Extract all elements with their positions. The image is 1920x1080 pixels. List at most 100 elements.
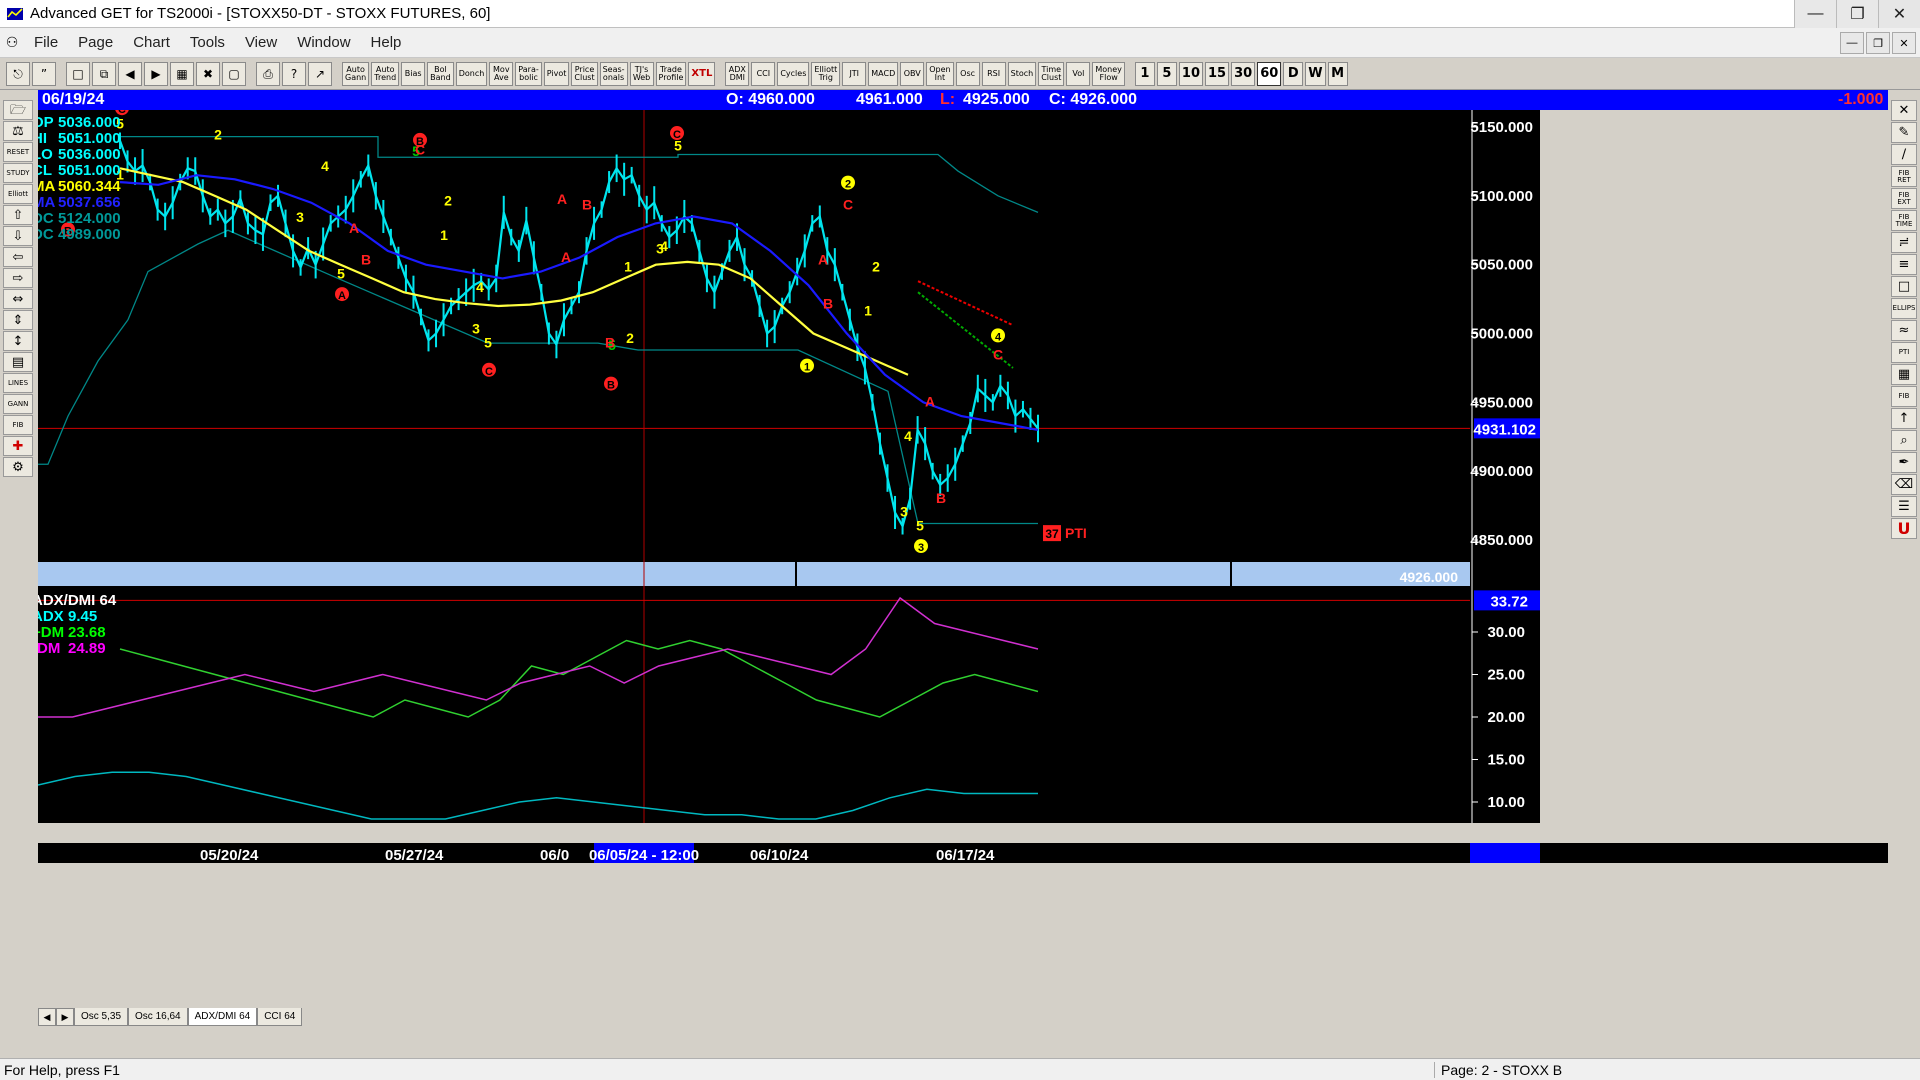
interval-w-button[interactable]: W xyxy=(1305,61,1326,86)
indicator-macd-button[interactable]: MACD xyxy=(868,61,899,86)
scales-icon[interactable]: ⚖ xyxy=(3,121,33,141)
elliott-button[interactable]: Elliott xyxy=(3,184,33,204)
pointer-icon[interactable]: ⎋ xyxy=(6,61,30,86)
mdi-minimize-button[interactable]: — xyxy=(1840,32,1864,54)
layers-icon[interactable]: ☰ xyxy=(1891,496,1917,517)
indicator-adx-dmi-button[interactable]: ADX DMI xyxy=(725,61,750,86)
compress-icon[interactable]: ⇔ xyxy=(3,289,33,309)
up-arrow-icon[interactable]: ↑ xyxy=(1891,408,1917,429)
menu-page[interactable]: Page xyxy=(68,34,123,51)
expand-icon[interactable]: ⇕ xyxy=(3,310,33,330)
indicator-money-flow-button[interactable]: Money Flow xyxy=(1092,61,1125,86)
indicator-time-clust-button[interactable]: Time Clust xyxy=(1038,61,1065,86)
print-icon[interactable]: ⎙ xyxy=(256,61,280,86)
minimize-button[interactable]: — xyxy=(1794,0,1836,28)
indicator-jti-button[interactable]: JTI xyxy=(842,61,867,86)
study-seas-onals-button[interactable]: Seas- onals xyxy=(599,61,628,86)
study-bias-button[interactable]: Bias xyxy=(401,61,426,86)
new-page-icon[interactable]: □ xyxy=(66,61,90,86)
indicator-cci-button[interactable]: CCI xyxy=(751,61,776,86)
tab-next-icon[interactable]: ▶ xyxy=(56,1008,74,1026)
indicator-cycles-button[interactable]: Cycles xyxy=(777,61,810,86)
back-icon[interactable]: ◀ xyxy=(118,61,142,86)
crosshair-icon[interactable]: ✚ xyxy=(3,436,33,456)
study-price-clust-button[interactable]: Price Clust xyxy=(571,61,598,86)
menu-window[interactable]: Window xyxy=(287,34,360,51)
interval-5-button[interactable]: 5 xyxy=(1156,61,1177,86)
channel-icon[interactable]: ≡ xyxy=(1891,254,1917,275)
indicator-obv-button[interactable]: OBV xyxy=(900,61,925,86)
panel-icon[interactable]: ▤ xyxy=(3,352,33,372)
study-tj-s-web-button[interactable]: TJ's Web xyxy=(629,61,654,86)
trendline-icon[interactable]: ∕ xyxy=(1891,144,1917,165)
study-auto-gann-button[interactable]: Auto Gann xyxy=(342,61,370,86)
brush-icon[interactable]: ✒ xyxy=(1891,452,1917,473)
pti-button[interactable]: PTI xyxy=(1891,342,1917,363)
price-chart-svg[interactable]: 4926.000 5150.000 5100.000 5050.000 5000.000… xyxy=(38,110,1888,1055)
tab-osc-5-35[interactable]: Osc 5,35 xyxy=(74,1008,129,1026)
cross-icon[interactable]: ✖ xyxy=(196,61,220,86)
context-help-icon[interactable]: ↗ xyxy=(308,61,332,86)
study-donch-button[interactable]: Donch xyxy=(455,61,488,86)
close-icon[interactable]: ✕ xyxy=(1891,100,1917,121)
vertical-expand-icon[interactable]: ↕ xyxy=(3,331,33,351)
restore-button[interactable]: ❐ xyxy=(1836,0,1878,28)
fib-time-button[interactable]: FIB TIME xyxy=(1891,210,1917,231)
arrow-left-icon[interactable]: ⇦ xyxy=(3,247,33,267)
close-button[interactable]: ✕ xyxy=(1878,0,1920,28)
study-bol-band-button[interactable]: Bol Band xyxy=(427,61,454,86)
arrow-down-icon[interactable]: ⇩ xyxy=(3,226,33,246)
menu-view[interactable]: View xyxy=(235,34,287,51)
ellipse-button[interactable]: ELLIPS xyxy=(1891,298,1917,319)
study-trade-profile-button[interactable]: Trade Profile xyxy=(655,61,687,86)
tab-adx-dmi-64[interactable]: ADX/DMI 64 xyxy=(187,1008,258,1026)
reset-button[interactable]: RESET xyxy=(3,142,33,162)
copy-icon[interactable]: ⧉ xyxy=(92,61,116,86)
study-xtl-button[interactable]: XTL xyxy=(688,61,716,86)
indicator-rsi-button[interactable]: RSI xyxy=(981,61,1006,86)
window-icon[interactable]: ▢ xyxy=(222,61,246,86)
mdi-restore-button[interactable]: ❐ xyxy=(1866,32,1890,54)
menu-tools[interactable]: Tools xyxy=(180,34,235,51)
arrow-right-icon[interactable]: ⇨ xyxy=(3,268,33,288)
tab-prev-icon[interactable]: ◀ xyxy=(38,1008,56,1026)
chart-window[interactable]: 06/19/24 O: 4960.000 4961.000 L: 4925.00… xyxy=(38,90,1888,1055)
study-para-bolic-button[interactable]: Para- bolic xyxy=(515,61,542,86)
arrow-up-icon[interactable]: ⇧ xyxy=(3,205,33,225)
indicator-open-int-button[interactable]: Open Int xyxy=(926,61,954,86)
gann-button[interactable]: GANN xyxy=(3,394,33,414)
interval-60-button[interactable]: 60 xyxy=(1257,61,1282,86)
eraser-icon[interactable]: ⌫ xyxy=(1891,474,1917,495)
grid-icon[interactable]: ▦ xyxy=(170,61,194,86)
indicator-stoch-button[interactable]: Stoch xyxy=(1007,61,1037,86)
study-auto-trend-button[interactable]: Auto Trend xyxy=(371,61,400,86)
interval-15-button[interactable]: 15 xyxy=(1205,61,1230,86)
fib-ext-button[interactable]: FIB EXT xyxy=(1891,188,1917,209)
settings-icon[interactable]: ⚙ xyxy=(3,457,33,477)
study-button[interactable]: STUDY xyxy=(3,163,33,183)
indicator-elliott-trig-button[interactable]: Elliott Trig xyxy=(811,61,841,86)
mdi-close-button[interactable]: ✕ xyxy=(1892,32,1916,54)
menu-chart[interactable]: Chart xyxy=(123,34,180,51)
indicator-vol-button[interactable]: Vol xyxy=(1066,61,1091,86)
table-icon[interactable]: ▦ xyxy=(1891,364,1917,385)
folder-icon[interactable]: 🗁 xyxy=(3,100,33,120)
fan-icon[interactable]: ≓ xyxy=(1891,232,1917,253)
interval-d-button[interactable]: D xyxy=(1283,61,1304,86)
menu-file[interactable]: File xyxy=(24,34,68,51)
zoom-icon[interactable]: ⌕ xyxy=(1891,430,1917,451)
tab-cci-64[interactable]: CCI 64 xyxy=(257,1008,303,1026)
lines-button[interactable]: LINES xyxy=(3,373,33,393)
study-pivot-button[interactable]: Pivot xyxy=(543,61,570,86)
square-icon[interactable]: □ xyxy=(1891,276,1917,297)
interval-m-button[interactable]: M xyxy=(1327,61,1348,86)
fib-ret-button[interactable]: FIB RET xyxy=(1891,166,1917,187)
magnet-icon[interactable]: U xyxy=(1891,518,1917,539)
interval-10-button[interactable]: 10 xyxy=(1178,61,1203,86)
forward-icon[interactable]: ▶ xyxy=(144,61,168,86)
help-icon[interactable]: ? xyxy=(282,61,306,86)
menu-help[interactable]: Help xyxy=(361,34,412,51)
wave-icon[interactable]: ≈ xyxy=(1891,320,1917,341)
quote-icon[interactable]: ” xyxy=(32,61,56,86)
fib-button[interactable]: FIB xyxy=(3,415,33,435)
